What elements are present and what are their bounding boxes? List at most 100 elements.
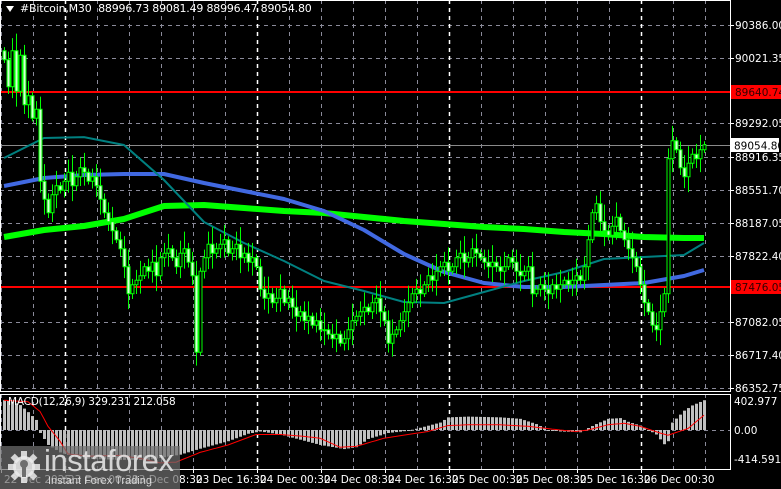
macd-histogram-bar — [359, 430, 362, 445]
macd-histogram-bar — [475, 416, 478, 430]
candle-bull — [570, 279, 575, 286]
candle-bear — [546, 288, 551, 295]
macd-axis-label: -414.591 — [734, 454, 781, 466]
macd-histogram-bar — [623, 419, 626, 430]
candle-bear — [638, 266, 643, 286]
candle-bear — [518, 270, 523, 277]
candle-bear — [238, 243, 243, 259]
macd-histogram-bar — [355, 430, 358, 448]
candle-bear — [678, 149, 683, 169]
candle-bear — [510, 257, 515, 263]
candle-bull — [138, 275, 143, 281]
macd-histogram-bar — [367, 430, 370, 439]
macd-histogram-bar — [503, 417, 506, 430]
macd-histogram-bar — [387, 430, 390, 433]
candle-bear — [326, 329, 331, 335]
macd-histogram-bar — [395, 430, 398, 433]
candle-bear — [294, 306, 299, 317]
candle-bear — [578, 275, 583, 281]
candle-bear — [58, 185, 63, 191]
macd-histogram-bar — [247, 430, 250, 434]
macd-histogram-bar — [323, 430, 326, 446]
macd-histogram-bar — [47, 430, 50, 445]
candle-bear — [190, 261, 195, 277]
macd-histogram-bar — [527, 421, 530, 430]
macd-histogram-bar — [239, 430, 242, 437]
candle-bear — [82, 167, 87, 173]
candle-bull — [574, 275, 579, 281]
macd-histogram-bar — [423, 426, 426, 430]
collapse-triangle-icon[interactable] — [6, 6, 14, 12]
macd-histogram-bar — [75, 430, 78, 458]
macd-histogram-bar — [467, 416, 470, 430]
candle-bear — [386, 320, 391, 344]
macd-histogram-bar — [191, 430, 194, 452]
macd-histogram-bar — [315, 430, 318, 444]
candle-bear — [318, 320, 323, 331]
macd-histogram-bar — [187, 430, 190, 453]
candle-bull — [390, 333, 395, 344]
candle-bear — [270, 293, 275, 304]
macd-histogram-bar — [295, 430, 298, 439]
candle-bear — [378, 297, 383, 313]
candle-bear — [194, 275, 199, 353]
candle-bull — [234, 243, 239, 250]
macd-histogram-bar — [95, 430, 98, 460]
candle-bear — [650, 311, 655, 326]
macd-histogram-bar — [103, 430, 106, 460]
candle-bear — [626, 239, 631, 250]
macd-histogram-bar — [411, 429, 414, 431]
candle-bear — [46, 198, 51, 214]
candle-bear — [2, 50, 7, 61]
macd-histogram-bar — [19, 405, 22, 430]
candle-bull — [346, 329, 351, 340]
price-axis-label: 88916.35 — [735, 152, 781, 164]
candle-bear — [494, 261, 499, 268]
candle-bull — [614, 216, 619, 227]
candle-bear — [598, 203, 603, 223]
macd-histogram-bar — [327, 430, 330, 447]
macd-value: 329.231 — [88, 396, 131, 408]
candle-bull — [286, 297, 291, 304]
macd-histogram-bar — [691, 405, 694, 430]
candle-bull — [214, 248, 219, 254]
candle-bear — [186, 248, 191, 263]
candle-bear — [694, 153, 699, 160]
macd-axis-label: 0.00 — [734, 425, 757, 437]
candle-bull — [690, 153, 695, 164]
macd-histogram-bar — [443, 419, 446, 430]
macd-histogram-bar — [307, 430, 310, 442]
macd-histogram-bar — [351, 430, 354, 448]
macd-histogram-bar — [403, 430, 406, 432]
macd-histogram-bar — [379, 430, 382, 436]
macd-histogram-bar — [139, 430, 142, 460]
macd-histogram-bar — [143, 430, 146, 460]
macd-histogram-bar — [275, 430, 278, 434]
candle-bull — [242, 252, 247, 259]
candle-bear — [554, 284, 559, 290]
candle-bull — [314, 320, 319, 326]
candle-bull — [658, 311, 663, 331]
candle-bear — [114, 230, 119, 241]
macd-histogram-bar — [235, 430, 238, 439]
time-axis-label: 24 Dec 08:30 — [324, 474, 395, 486]
candle-bull — [358, 311, 363, 317]
candle-bull — [90, 176, 95, 182]
macd-histogram-bar — [627, 421, 630, 430]
candle-bull — [414, 288, 419, 295]
candle-bull — [134, 279, 139, 286]
macd-histogram-bar — [431, 424, 434, 430]
candle-bull — [422, 284, 427, 295]
candle-bull — [142, 266, 147, 277]
candle-bull — [550, 284, 555, 295]
candle-bull — [662, 293, 667, 313]
chart-canvas[interactable]: 90386.00 90021.35 89292.05 88916.35 88551.70… — [0, 0, 781, 489]
candle-bull — [522, 270, 527, 277]
candle-bear — [30, 95, 35, 119]
candle-bear — [226, 239, 231, 254]
candle-bear — [38, 108, 43, 182]
macd-histogram-bar — [147, 430, 150, 460]
macd-histogram-bar — [451, 417, 454, 430]
macd-histogram-bar — [675, 418, 678, 430]
time-axis-label: 23 Dec 16:30 — [196, 474, 267, 486]
